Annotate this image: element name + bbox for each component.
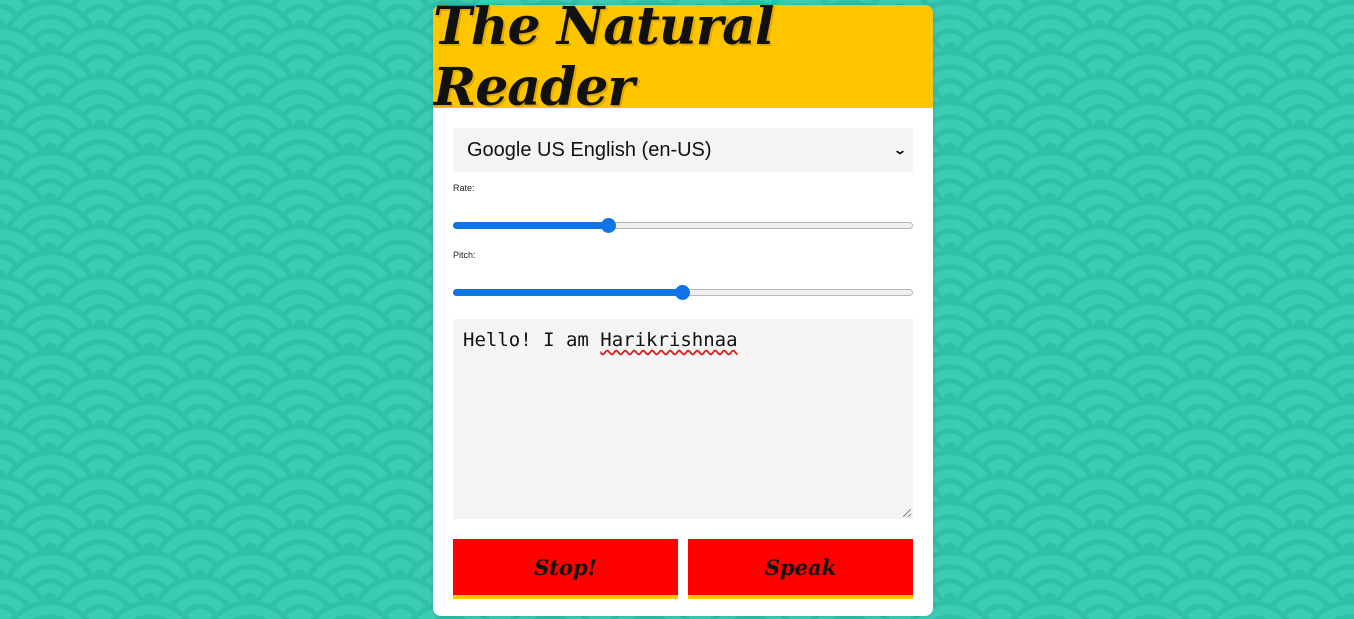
rate-label: Rate:	[453, 183, 475, 193]
resize-handle-icon[interactable]	[903, 509, 911, 517]
reader-card: The Natural Reader Google US English (en…	[433, 5, 933, 616]
pitch-group: Pitch:	[453, 250, 913, 303]
pitch-label: Pitch:	[453, 250, 476, 260]
pitch-slider-fill	[453, 289, 683, 296]
text-input-value: Hello! I am	[463, 329, 601, 351]
reader-body: Google US English (en-US) ⌄ Rate: Pitch:…	[433, 108, 933, 599]
pitch-slider[interactable]	[453, 283, 913, 303]
rate-slider-thumb[interactable]	[601, 218, 617, 233]
rate-slider-fill	[453, 222, 610, 229]
voice-select[interactable]: Google US English (en-US) ⌄	[453, 128, 913, 172]
voice-select-value: Google US English (en-US)	[467, 138, 712, 161]
misspelled-word: Harikrishnaa	[600, 329, 738, 351]
header: The Natural Reader	[433, 5, 933, 118]
button-row: Stop! Speak	[453, 539, 913, 599]
text-input[interactable]: Hello! I am Harikrishnaa	[453, 319, 913, 519]
pitch-slider-thumb[interactable]	[675, 285, 690, 300]
app-title: The Natural Reader	[433, 5, 775, 118]
chevron-down-icon: ⌄	[892, 143, 908, 157]
speak-button[interactable]: Speak	[688, 539, 913, 599]
stop-button[interactable]: Stop!	[453, 539, 678, 599]
rate-slider[interactable]	[453, 216, 913, 236]
